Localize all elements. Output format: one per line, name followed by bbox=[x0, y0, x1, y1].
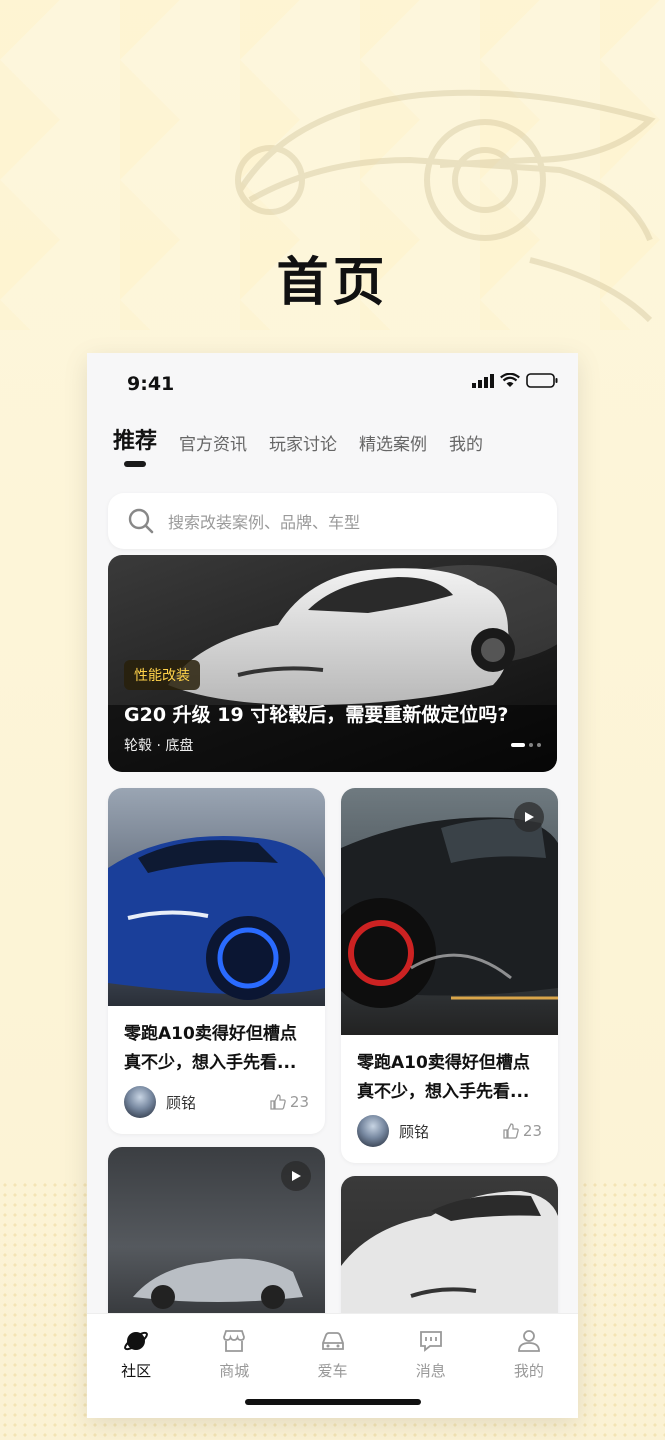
tabbar-label: 爱车 bbox=[317, 1362, 348, 1380]
post-image bbox=[341, 788, 558, 1035]
play-button[interactable] bbox=[281, 1161, 311, 1191]
banner-subtitle: 轮毂 · 底盘 bbox=[124, 738, 194, 754]
blue-car-image bbox=[108, 836, 325, 1000]
play-button[interactable] bbox=[514, 802, 544, 832]
page-title: 首页 bbox=[276, 253, 389, 313]
author-name: 顾铭 bbox=[399, 1122, 430, 1141]
like-button[interactable]: 23 bbox=[503, 1122, 542, 1140]
avatar[interactable] bbox=[124, 1086, 156, 1118]
tab-player-discussion[interactable]: 玩家讨论 bbox=[269, 430, 337, 471]
tabbar-label: 消息 bbox=[415, 1362, 446, 1380]
status-icons bbox=[472, 373, 558, 388]
tabbar-item-community[interactable]: 社区 bbox=[87, 1328, 185, 1418]
tabbar-label: 社区 bbox=[121, 1362, 152, 1380]
tab-featured-cases[interactable]: 精选案例 bbox=[359, 430, 427, 471]
store-icon bbox=[223, 1330, 246, 1352]
signal-icon bbox=[472, 373, 494, 388]
banner-tag: 性能改装 bbox=[124, 660, 200, 690]
planet-icon bbox=[124, 1331, 148, 1351]
search-icon bbox=[128, 508, 154, 534]
avatar[interactable] bbox=[357, 1115, 389, 1147]
tabbar-item-profile[interactable]: 我的 bbox=[480, 1328, 578, 1418]
author-name: 顾铭 bbox=[166, 1093, 197, 1112]
home-indicator bbox=[245, 1399, 421, 1405]
tab-mine[interactable]: 我的 bbox=[449, 430, 483, 471]
user-icon bbox=[518, 1330, 540, 1352]
featured-banner[interactable]: 性能改装 G20 升级 19 寸轮毂后，需要重新做定位吗? 轮毂 · 底盘 bbox=[108, 555, 557, 772]
post-title: 零跑A10卖得好但槽点真不少，想入手先看... bbox=[124, 1024, 297, 1073]
message-icon bbox=[419, 1331, 442, 1352]
post-image bbox=[108, 788, 325, 1006]
tab-recommended[interactable]: 推荐 bbox=[113, 423, 157, 471]
thumbs-up-icon bbox=[270, 1094, 286, 1110]
thumbs-up-icon bbox=[503, 1123, 519, 1139]
post-card[interactable]: 零跑A10卖得好但槽点真不少，想入手先看... 顾铭 23 bbox=[341, 788, 558, 1163]
tabbar-label: 我的 bbox=[513, 1362, 544, 1380]
phone-screen: 9:41 推荐 官方资讯 玩家讨论 精选案例 我的 搜索改装案例、品牌、车型 性… bbox=[87, 353, 578, 1418]
wifi-icon bbox=[500, 373, 520, 387]
banner-pagination bbox=[511, 743, 541, 747]
tabbar-label: 商城 bbox=[219, 1362, 250, 1380]
pagination-dot-active bbox=[511, 743, 525, 747]
car-icon bbox=[321, 1332, 344, 1350]
banner-title: G20 升级 19 寸轮毂后，需要重新做定位吗? bbox=[124, 704, 509, 726]
play-icon bbox=[292, 1171, 301, 1181]
status-time: 9:41 bbox=[127, 373, 175, 395]
battery-icon bbox=[526, 373, 558, 388]
tab-official-news[interactable]: 官方资讯 bbox=[179, 430, 247, 471]
pagination-dot bbox=[529, 743, 533, 747]
play-icon bbox=[525, 812, 534, 822]
search-placeholder: 搜索改装案例、品牌、车型 bbox=[168, 513, 361, 532]
post-title: 零跑A10卖得好但槽点真不少，想入手先看... bbox=[357, 1053, 530, 1102]
like-button[interactable]: 23 bbox=[270, 1093, 309, 1111]
status-bar: 9:41 bbox=[87, 353, 578, 413]
like-count: 23 bbox=[289, 1093, 309, 1111]
pagination-dot bbox=[537, 743, 541, 747]
post-card[interactable]: 零跑A10卖得好但槽点真不少，想入手先看... 顾铭 23 bbox=[108, 788, 325, 1134]
bottom-tab-bar: 社区 商城 爱车 消息 我的 bbox=[87, 1313, 578, 1418]
like-count: 23 bbox=[522, 1122, 542, 1140]
category-tabs: 推荐 官方资讯 玩家讨论 精选案例 我的 bbox=[87, 413, 578, 471]
search-input[interactable]: 搜索改装案例、品牌、车型 bbox=[108, 493, 557, 549]
